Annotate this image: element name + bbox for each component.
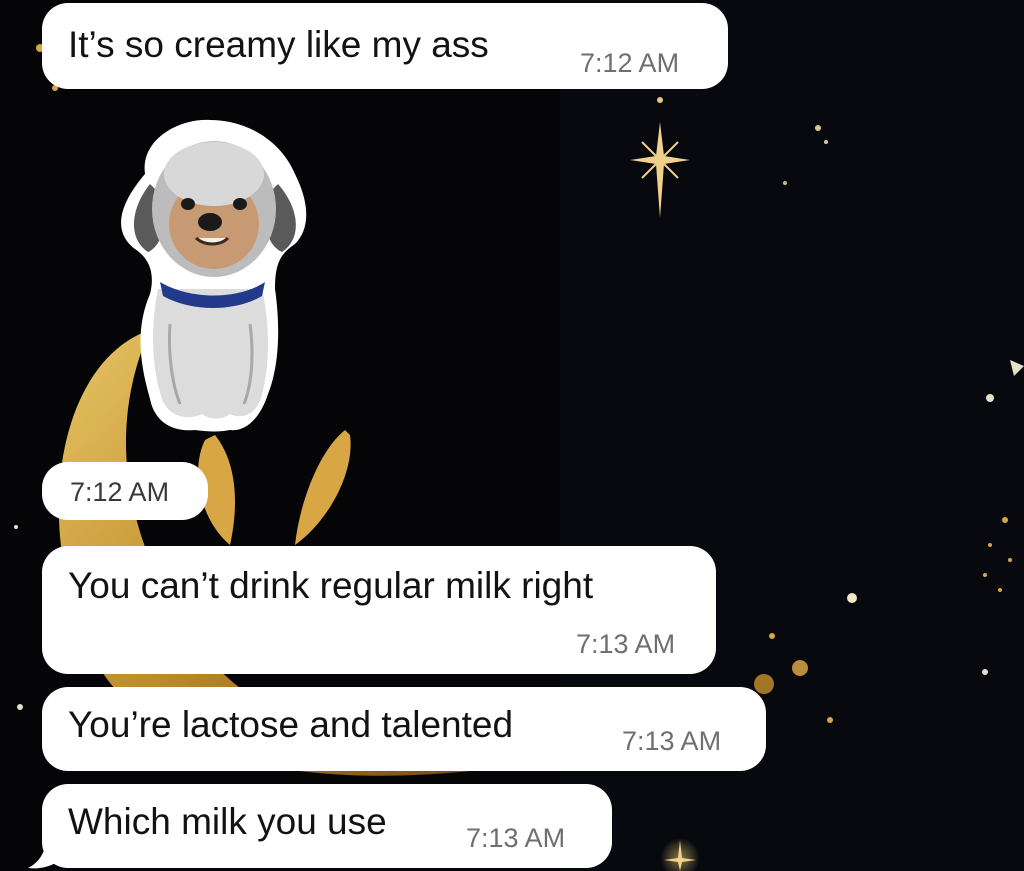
message-bubble[interactable]: You’re lactose and talented 7:13 AM (42, 687, 766, 771)
message-timestamp: 7:13 AM (576, 629, 676, 659)
message-text: Which milk you use (68, 801, 387, 842)
message-timestamp: 7:12 AM (70, 477, 170, 507)
message-bubble[interactable]: 7:12 AM (42, 462, 208, 520)
bubble-tail (28, 830, 66, 869)
dog-sticker[interactable] (110, 114, 315, 440)
message-bubble[interactable]: Which milk you use 7:13 AM (42, 784, 612, 868)
message-text: It’s so creamy like my ass (68, 24, 489, 65)
message-bubble[interactable]: It’s so creamy like my ass 7:12 AM (42, 3, 728, 89)
message-bubble[interactable]: You can’t drink regular milk right 7:13 … (42, 546, 716, 674)
message-timestamp: 7:13 AM (622, 726, 722, 756)
message-text: You’re lactose and talented (68, 704, 514, 745)
message-text: You can’t drink regular milk right (68, 565, 594, 606)
message-timestamp: 7:13 AM (466, 823, 566, 853)
message-timestamp: 7:12 AM (580, 48, 680, 78)
